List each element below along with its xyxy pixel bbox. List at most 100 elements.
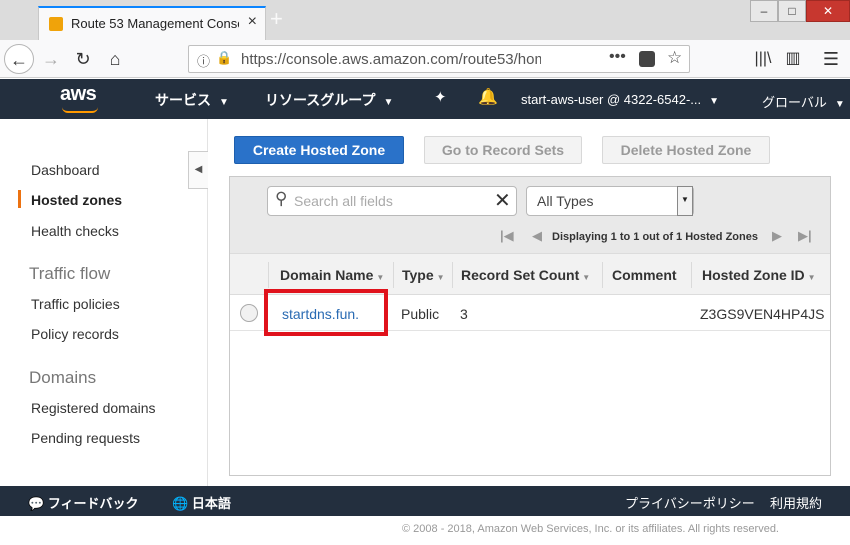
services-menu[interactable]: サービス ▼ (155, 90, 229, 110)
last-page-icon[interactable]: ▶| (798, 228, 812, 244)
terms-link[interactable]: 利用規約 (770, 493, 822, 512)
aws-smile-logo-icon (62, 107, 98, 113)
sidebar-item-dashboard[interactable]: Dashboard (31, 162, 100, 178)
sidebar-item-registered-domains[interactable]: Registered domains (31, 400, 156, 416)
pocket-icon[interactable] (639, 51, 655, 67)
window-minimize-button[interactable]: – (750, 0, 778, 22)
reload-icon[interactable]: ↻ (68, 44, 98, 74)
column-divider (452, 262, 453, 288)
url-text[interactable]: https://console.aws.amazon.com/route53/h… (241, 51, 541, 68)
more-actions-icon[interactable]: ••• (609, 48, 626, 66)
column-divider (602, 262, 603, 288)
lock-icon: 🔒 (216, 50, 233, 65)
tab-close-icon[interactable]: × (248, 13, 257, 31)
chevron-down-icon: ▼ (709, 96, 720, 107)
bell-icon[interactable]: 🔔 (478, 87, 498, 107)
hosted-zone-id-cell: Z3GS9VEN4HP4JS (700, 306, 825, 322)
next-page-icon[interactable]: ▶ (772, 228, 782, 244)
search-box[interactable]: ⚲ ✕ (267, 186, 517, 216)
table-header: Domain Name ▼ Type ▼ Record Set Count ▼ Com… (230, 253, 830, 295)
services-label: サービス (155, 92, 211, 108)
aws-top-nav: aws サービス ▼ リソースグループ ▼ ✦ 🔔 start-aws-user @… (0, 79, 850, 119)
create-hosted-zone-button[interactable]: Create Hosted Zone (234, 136, 404, 164)
left-sidebar: Dashboard Hosted zones Health checks Tra… (0, 119, 208, 486)
menu-icon[interactable]: ☰ (816, 44, 846, 74)
chevron-down-icon[interactable]: ▼ (677, 186, 693, 216)
browser-tab-bar: Route 53 Management Console × + – □ ✕ (0, 0, 850, 40)
account-menu[interactable]: start-aws-user @ 4322-6542-... ▼ (521, 92, 719, 107)
sidebar-item-policy-records[interactable]: Policy records (31, 326, 119, 342)
hosted-zones-panel: ⚲ ✕ All Types ▼ |◀ ◀ Displaying 1 to 1 o… (229, 176, 831, 476)
url-bar[interactable]: ⓘ 🔒 https://console.aws.amazon.com/route… (188, 45, 690, 73)
column-divider (268, 262, 269, 288)
column-header-comment[interactable]: Comment (612, 267, 677, 283)
feedback-label: フィードバック (47, 496, 139, 511)
column-header-domain-name[interactable]: Domain Name ▼ (280, 267, 384, 283)
pin-icon[interactable]: ✦ (434, 88, 447, 106)
forward-arrow-icon[interactable]: → (36, 44, 66, 74)
delete-hosted-zone-button[interactable]: Delete Hosted Zone (602, 136, 770, 164)
sidebar-item-health-checks[interactable]: Health checks (31, 223, 119, 239)
region-menu[interactable]: グローバル ▼ (762, 92, 845, 111)
resource-groups-menu[interactable]: リソースグループ ▼ (265, 90, 393, 110)
column-header-label: Hosted Zone ID (702, 267, 805, 283)
browser-nav-bar: ← → ↻ ⌂ ⓘ 🔒 https://console.aws.amazon.c… (0, 40, 850, 78)
aws-footer: 💬 フィードバック 🌐 日本語 プライバシーポリシー 利用規約 (0, 486, 850, 516)
column-header-type[interactable]: Type ▼ (402, 267, 445, 283)
aws-logo[interactable]: aws (60, 83, 97, 106)
collapse-sidebar-button[interactable]: ◀ (188, 151, 208, 189)
column-header-record-set-count[interactable]: Record Set Count ▼ (461, 267, 590, 283)
type-filter-select[interactable]: All Types ▼ (526, 186, 694, 216)
privacy-policy-link[interactable]: プライバシーポリシー (625, 493, 755, 512)
clear-icon[interactable]: ✕ (494, 188, 511, 213)
column-header-label: Domain Name (280, 267, 374, 283)
language-link[interactable]: 🌐 日本語 (172, 493, 231, 512)
chevron-down-icon: ▼ (219, 97, 229, 108)
sidebar-icon[interactable]: ▥ (778, 44, 808, 74)
zone-type-cell: Public (401, 306, 440, 322)
sidebar-heading-traffic-flow: Traffic flow (29, 264, 111, 283)
sort-icon: ▼ (582, 273, 591, 282)
sort-icon: ▼ (807, 273, 816, 282)
type-filter-value: All Types (537, 193, 594, 209)
row-select-radio[interactable] (240, 304, 258, 322)
pagination-text: Displaying 1 to 1 out of 1 Hosted Zones (552, 231, 758, 243)
domain-name-link[interactable]: startdns.fun. (282, 306, 359, 322)
bookmark-star-icon[interactable]: ☆ (667, 48, 682, 68)
previous-page-icon[interactable]: ◀ (532, 228, 542, 244)
aws-favicon-icon (49, 17, 63, 31)
sidebar-item-traffic-policies[interactable]: Traffic policies (31, 296, 120, 312)
tab-title: Route 53 Management Console (71, 16, 239, 31)
window-maximize-button[interactable]: □ (778, 0, 806, 22)
sort-icon: ▼ (376, 273, 385, 282)
back-arrow-icon[interactable]: ← (4, 44, 34, 74)
info-icon[interactable]: ⓘ (197, 51, 210, 70)
pagination: |◀ ◀ Displaying 1 to 1 out of 1 Hosted Z… (500, 228, 820, 250)
table-row[interactable]: startdns.fun. Public 3 Z3GS9VEN4HP4JS (230, 295, 830, 331)
sidebar-item-pending-requests[interactable]: Pending requests (31, 430, 140, 446)
account-label: start-aws-user @ 4322-6542-... (521, 92, 702, 107)
column-header-label: Type (402, 267, 434, 283)
globe-icon: 🌐 (172, 496, 192, 511)
record-set-count-cell: 3 (460, 306, 468, 322)
home-icon[interactable]: ⌂ (100, 44, 130, 74)
first-page-icon[interactable]: |◀ (500, 228, 514, 244)
new-tab-icon[interactable]: + (270, 6, 283, 32)
go-to-record-sets-button[interactable]: Go to Record Sets (424, 136, 582, 164)
library-icon[interactable]: |||\ (748, 44, 778, 74)
browser-tab[interactable]: Route 53 Management Console × (38, 6, 266, 40)
column-divider (691, 262, 692, 288)
search-input[interactable] (294, 191, 484, 211)
speech-bubble-icon: 💬 (28, 496, 48, 511)
chevron-down-icon: ▼ (834, 99, 845, 110)
window-close-button[interactable]: ✕ (806, 0, 850, 22)
column-header-hosted-zone-id[interactable]: Hosted Zone ID ▼ (702, 267, 816, 283)
search-icon: ⚲ (275, 189, 288, 208)
sidebar-heading-domains: Domains (29, 368, 97, 387)
chevron-left-icon: ◀ (194, 164, 203, 175)
copyright-text: © 2008 - 2018, Amazon Web Services, Inc.… (402, 523, 779, 535)
feedback-link[interactable]: 💬 フィードバック (28, 493, 139, 512)
language-label: 日本語 (191, 496, 231, 511)
sidebar-item-hosted-zones[interactable]: Hosted zones (31, 192, 122, 208)
column-divider (393, 262, 394, 288)
